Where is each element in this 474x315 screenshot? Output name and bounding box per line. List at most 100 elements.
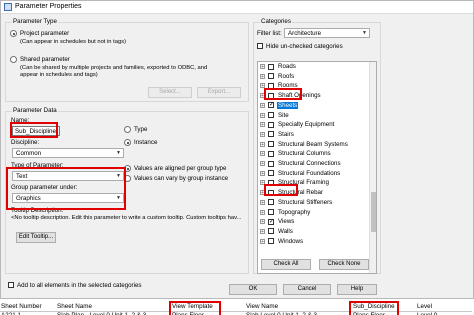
category-item-0[interactable]: + Roads — [258, 62, 370, 71]
scrollbar-thumb[interactable] — [371, 192, 376, 232]
name-highlight-box — [10, 122, 58, 138]
expand-icon[interactable]: + — [260, 73, 265, 79]
category-checkbox[interactable] — [268, 209, 274, 215]
category-item-1[interactable]: + Roofs — [258, 72, 370, 81]
category-item-5[interactable]: + Site — [258, 111, 370, 120]
category-item-10[interactable]: + Structural Connections — [258, 159, 370, 168]
categories-group-label: Categories — [260, 18, 292, 25]
category-item-15[interactable]: + Topography — [258, 208, 370, 217]
column-header[interactable]: View Name — [245, 303, 352, 312]
expand-icon[interactable]: + — [260, 170, 265, 176]
expand-icon[interactable]: + — [260, 131, 265, 137]
expand-icon[interactable]: + — [260, 64, 265, 70]
table-row[interactable]: A221.1Slab Plan - Level 0 Unit 1, 2 & 3P… — [0, 311, 472, 315]
filter-list-select[interactable]: Architecture ▼ — [284, 28, 370, 38]
table-cell[interactable]: Level 0 — [416, 311, 472, 315]
expand-icon[interactable]: + — [260, 199, 265, 205]
check-none-button[interactable]: Check None — [319, 259, 369, 270]
category-list-scrollbar[interactable] — [369, 62, 376, 273]
table-cell[interactable]: Slab Plan - Level 0 Unit 1, 2 & 3 — [56, 311, 171, 315]
category-checkbox[interactable] — [268, 160, 274, 167]
category-label: Roads — [278, 63, 296, 70]
window-title: Parameter Properties — [15, 3, 82, 10]
category-label: Structural Stiffeners — [278, 198, 333, 206]
category-checkbox[interactable] — [268, 199, 274, 206]
table-cell[interactable]: Slab Level 0 Unit 1, 2 & 3 — [245, 311, 352, 315]
filter-list-label: Filter list: — [257, 30, 282, 37]
expand-icon[interactable]: + — [260, 102, 265, 108]
edit-tooltip-button[interactable]: Edit Tooltip... — [16, 232, 56, 243]
help-button[interactable]: Help — [337, 284, 377, 295]
category-item-14[interactable]: + Structural Stiffeners — [258, 198, 370, 207]
category-label: Specialty Equipment — [278, 121, 335, 129]
check-all-button[interactable]: Check All — [261, 259, 311, 270]
category-label: Structural Connections — [278, 160, 341, 167]
ok-button[interactable]: OK — [229, 284, 277, 295]
category-checkbox[interactable] — [268, 121, 274, 128]
add-to-all-elements-checkbox[interactable] — [8, 282, 14, 288]
expand-icon[interactable]: + — [260, 141, 265, 147]
discipline-select[interactable]: Common ▼ — [12, 148, 124, 158]
project-parameter-radio[interactable] — [10, 30, 17, 37]
column-header[interactable]: Sheet Number — [0, 303, 56, 312]
select-button[interactable]: Select... — [148, 87, 192, 98]
type-group-highlight-box — [6, 167, 126, 210]
category-checkbox[interactable] — [268, 63, 274, 70]
app-icon — [4, 3, 12, 11]
sheet-schedule: Sheet Number Sheet Name View Template View … — [0, 301, 474, 315]
instance-radio-label: Instance — [134, 139, 158, 146]
view-template-highlight-box — [169, 301, 221, 315]
category-label: Site — [278, 111, 289, 119]
category-checkbox[interactable] — [268, 112, 274, 118]
category-item-6[interactable]: + Specialty Equipment — [258, 120, 370, 129]
category-item-4[interactable]: + Sheets — [258, 101, 370, 110]
category-checkbox[interactable] — [268, 228, 274, 235]
category-label: Roofs — [278, 72, 295, 80]
shared-parameter-hint-1: (Can be shared by multiple projects and … — [20, 65, 208, 71]
title-bar[interactable]: Parameter Properties — [1, 1, 473, 14]
vary-by-group-instance-label: Values can vary by group instance — [134, 175, 229, 182]
aligned-per-group-type-label: Values are aligned per group type — [134, 165, 227, 172]
category-checkbox[interactable] — [268, 238, 274, 245]
category-label: Structural Columns — [278, 150, 331, 158]
expand-icon[interactable]: + — [260, 161, 265, 167]
category-checkbox[interactable] — [268, 73, 274, 80]
schedule-header-row: Sheet Number Sheet Name View Template View … — [0, 303, 472, 312]
category-checkbox[interactable] — [268, 218, 274, 225]
category-item-9[interactable]: + Structural Columns — [258, 149, 370, 158]
category-checkbox[interactable] — [268, 170, 274, 177]
category-label: Structural Beam Systems — [278, 140, 348, 148]
hide-unchecked-checkbox[interactable] — [257, 43, 263, 49]
chevron-down-icon: ▼ — [116, 150, 121, 156]
category-item-11[interactable]: + Structural Foundations — [258, 169, 370, 178]
category-label: Topography — [278, 208, 311, 216]
category-checkbox[interactable] — [268, 141, 274, 148]
expand-icon[interactable]: + — [260, 238, 265, 244]
category-item-8[interactable]: + Structural Beam Systems — [258, 140, 370, 149]
category-checkbox[interactable] — [268, 101, 274, 109]
expand-icon[interactable]: + — [260, 219, 265, 225]
expand-icon[interactable]: + — [260, 209, 265, 215]
project-parameter-label: Project parameter — [20, 30, 70, 37]
expand-icon[interactable]: + — [260, 122, 265, 128]
instance-radio[interactable] — [124, 139, 131, 146]
column-header[interactable]: Sheet Name — [56, 303, 171, 312]
category-item-18[interactable]: + Windows — [258, 237, 370, 246]
column-header[interactable]: Level — [416, 303, 472, 312]
expand-icon[interactable]: + — [260, 151, 265, 157]
category-item-17[interactable]: + Walls — [258, 227, 370, 236]
expand-icon[interactable]: + — [260, 112, 265, 118]
cancel-button[interactable]: Cancel — [283, 284, 331, 295]
parameter-type-group: Parameter Type Project parameter (Can ap… — [5, 18, 249, 102]
expand-icon[interactable]: + — [260, 228, 265, 234]
shared-parameter-radio[interactable] — [10, 56, 17, 63]
category-item-7[interactable]: + Stairs — [258, 130, 370, 139]
type-radio[interactable] — [124, 126, 131, 133]
sub-discipline-highlight-box — [349, 301, 399, 315]
category-checkbox[interactable] — [268, 131, 274, 138]
category-checkbox[interactable] — [268, 150, 274, 157]
category-item-16[interactable]: + Views — [258, 217, 370, 226]
export-button[interactable]: Export... — [197, 87, 241, 98]
table-cell[interactable]: A221.1 — [0, 311, 56, 315]
chevron-down-icon: ▼ — [362, 30, 367, 36]
